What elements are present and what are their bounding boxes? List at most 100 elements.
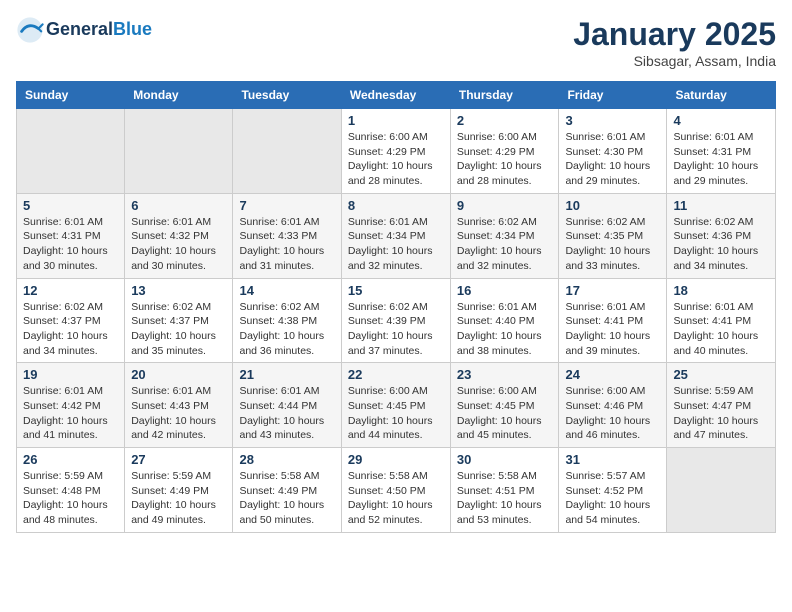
weekday-header-monday: Monday xyxy=(125,82,233,109)
day-info: Sunrise: 6:02 AMSunset: 4:38 PMDaylight:… xyxy=(239,300,334,359)
calendar-cell: 11 Sunrise: 6:02 AMSunset: 4:36 PMDayligh… xyxy=(667,193,776,278)
logo-text: GeneralBlue xyxy=(46,19,152,41)
day-info: Sunrise: 6:01 AMSunset: 4:34 PMDaylight:… xyxy=(348,215,444,274)
day-number: 1 xyxy=(348,113,444,128)
day-number: 18 xyxy=(673,283,769,298)
day-info: Sunrise: 5:59 AMSunset: 4:48 PMDaylight:… xyxy=(23,469,118,528)
calendar-week-row: 19 Sunrise: 6:01 AMSunset: 4:42 PMDayligh… xyxy=(17,363,776,448)
day-number: 11 xyxy=(673,198,769,213)
weekday-header-row: SundayMondayTuesdayWednesdayThursdayFrid… xyxy=(17,82,776,109)
calendar-cell: 7 Sunrise: 6:01 AMSunset: 4:33 PMDaylight… xyxy=(233,193,341,278)
day-info: Sunrise: 6:01 AMSunset: 4:30 PMDaylight:… xyxy=(565,130,660,189)
day-number: 24 xyxy=(565,367,660,382)
day-number: 10 xyxy=(565,198,660,213)
day-number: 9 xyxy=(457,198,553,213)
day-number: 26 xyxy=(23,452,118,467)
weekday-header-saturday: Saturday xyxy=(667,82,776,109)
day-info: Sunrise: 6:02 AMSunset: 4:36 PMDaylight:… xyxy=(673,215,769,274)
calendar-cell: 10 Sunrise: 6:02 AMSunset: 4:35 PMDayligh… xyxy=(559,193,667,278)
day-info: Sunrise: 6:00 AMSunset: 4:46 PMDaylight:… xyxy=(565,384,660,443)
weekday-header-sunday: Sunday xyxy=(17,82,125,109)
calendar-cell: 29Sunrise: 5:58 AMSunset: 4:50 PMDayligh… xyxy=(341,448,450,533)
calendar-cell: 20 Sunrise: 6:01 AMSunset: 4:43 PMDayligh… xyxy=(125,363,233,448)
location-subtitle: Sibsagar, Assam, India xyxy=(573,53,776,69)
day-info: Sunrise: 5:58 AMSunset: 4:50 PMDaylight:… xyxy=(348,469,444,528)
day-info: Sunrise: 6:00 AMSunset: 4:45 PMDaylight:… xyxy=(348,384,444,443)
calendar-cell: 15 Sunrise: 6:02 AMSunset: 4:39 PMDayligh… xyxy=(341,278,450,363)
day-info: Sunrise: 5:58 AMSunset: 4:51 PMDaylight:… xyxy=(457,469,553,528)
weekday-header-thursday: Thursday xyxy=(450,82,559,109)
day-number: 23 xyxy=(457,367,553,382)
calendar-cell: 13Sunrise: 6:02 AMSunset: 4:37 PMDayligh… xyxy=(125,278,233,363)
calendar-cell: 5 Sunrise: 6:01 AMSunset: 4:31 PMDaylight… xyxy=(17,193,125,278)
calendar-cell: 27Sunrise: 5:59 AMSunset: 4:49 PMDayligh… xyxy=(125,448,233,533)
day-number: 2 xyxy=(457,113,553,128)
day-info: Sunrise: 5:57 AMSunset: 4:52 PMDaylight:… xyxy=(565,469,660,528)
day-info: Sunrise: 6:02 AMSunset: 4:39 PMDaylight:… xyxy=(348,300,444,359)
day-info: Sunrise: 6:02 AMSunset: 4:34 PMDaylight:… xyxy=(457,215,553,274)
day-info: Sunrise: 6:01 AMSunset: 4:33 PMDaylight:… xyxy=(239,215,334,274)
day-number: 31 xyxy=(565,452,660,467)
calendar-cell: 28 Sunrise: 5:58 AMSunset: 4:49 PMDayligh… xyxy=(233,448,341,533)
day-info: Sunrise: 6:01 AMSunset: 4:31 PMDaylight:… xyxy=(23,215,118,274)
day-number: 12 xyxy=(23,283,118,298)
day-info: Sunrise: 6:00 AMSunset: 4:29 PMDaylight:… xyxy=(348,130,444,189)
day-info: Sunrise: 6:01 AMSunset: 4:42 PMDaylight:… xyxy=(23,384,118,443)
calendar-cell: 9 Sunrise: 6:02 AMSunset: 4:34 PMDaylight… xyxy=(450,193,559,278)
day-info: Sunrise: 6:00 AMSunset: 4:29 PMDaylight:… xyxy=(457,130,553,189)
calendar-cell xyxy=(233,109,341,194)
day-info: Sunrise: 6:01 AMSunset: 4:41 PMDaylight:… xyxy=(673,300,769,359)
title-block: January 2025 Sibsagar, Assam, India xyxy=(573,16,776,69)
day-number: 20 xyxy=(131,367,226,382)
calendar-cell: 23Sunrise: 6:00 AMSunset: 4:45 PMDayligh… xyxy=(450,363,559,448)
calendar-cell: 1 Sunrise: 6:00 AMSunset: 4:29 PMDaylight… xyxy=(341,109,450,194)
calendar-week-row: 5 Sunrise: 6:01 AMSunset: 4:31 PMDaylight… xyxy=(17,193,776,278)
calendar-cell: 22 Sunrise: 6:00 AMSunset: 4:45 PMDayligh… xyxy=(341,363,450,448)
calendar-cell xyxy=(667,448,776,533)
day-info: Sunrise: 6:01 AMSunset: 4:41 PMDaylight:… xyxy=(565,300,660,359)
weekday-header-tuesday: Tuesday xyxy=(233,82,341,109)
calendar-cell: 30 Sunrise: 5:58 AMSunset: 4:51 PMDayligh… xyxy=(450,448,559,533)
calendar-cell xyxy=(17,109,125,194)
day-number: 7 xyxy=(239,198,334,213)
day-info: Sunrise: 5:59 AMSunset: 4:49 PMDaylight:… xyxy=(131,469,226,528)
day-number: 15 xyxy=(348,283,444,298)
month-title: January 2025 xyxy=(573,16,776,53)
calendar-cell: 3 Sunrise: 6:01 AMSunset: 4:30 PMDaylight… xyxy=(559,109,667,194)
day-number: 8 xyxy=(348,198,444,213)
calendar-cell: 12Sunrise: 6:02 AMSunset: 4:37 PMDayligh… xyxy=(17,278,125,363)
day-number: 13 xyxy=(131,283,226,298)
logo-icon xyxy=(16,16,44,44)
day-number: 6 xyxy=(131,198,226,213)
day-number: 17 xyxy=(565,283,660,298)
day-info: Sunrise: 6:01 AMSunset: 4:44 PMDaylight:… xyxy=(239,384,334,443)
day-number: 19 xyxy=(23,367,118,382)
day-info: Sunrise: 6:01 AMSunset: 4:43 PMDaylight:… xyxy=(131,384,226,443)
calendar-table: SundayMondayTuesdayWednesdayThursdayFrid… xyxy=(16,81,776,533)
calendar-cell: 2 Sunrise: 6:00 AMSunset: 4:29 PMDaylight… xyxy=(450,109,559,194)
calendar-week-row: 26 Sunrise: 5:59 AMSunset: 4:48 PMDayligh… xyxy=(17,448,776,533)
page-header: GeneralBlue January 2025 Sibsagar, Assam… xyxy=(16,16,776,69)
day-number: 16 xyxy=(457,283,553,298)
weekday-header-friday: Friday xyxy=(559,82,667,109)
calendar-cell: 21Sunrise: 6:01 AMSunset: 4:44 PMDayligh… xyxy=(233,363,341,448)
calendar-cell: 26 Sunrise: 5:59 AMSunset: 4:48 PMDayligh… xyxy=(17,448,125,533)
day-number: 14 xyxy=(239,283,334,298)
day-info: Sunrise: 6:02 AMSunset: 4:35 PMDaylight:… xyxy=(565,215,660,274)
day-number: 28 xyxy=(239,452,334,467)
calendar-cell: 19 Sunrise: 6:01 AMSunset: 4:42 PMDayligh… xyxy=(17,363,125,448)
calendar-cell: 24 Sunrise: 6:00 AMSunset: 4:46 PMDayligh… xyxy=(559,363,667,448)
day-number: 30 xyxy=(457,452,553,467)
weekday-header-wednesday: Wednesday xyxy=(341,82,450,109)
day-number: 25 xyxy=(673,367,769,382)
calendar-cell: 8 Sunrise: 6:01 AMSunset: 4:34 PMDaylight… xyxy=(341,193,450,278)
calendar-cell: 18 Sunrise: 6:01 AMSunset: 4:41 PMDayligh… xyxy=(667,278,776,363)
day-info: Sunrise: 6:01 AMSunset: 4:32 PMDaylight:… xyxy=(131,215,226,274)
day-number: 3 xyxy=(565,113,660,128)
day-number: 22 xyxy=(348,367,444,382)
day-info: Sunrise: 5:58 AMSunset: 4:49 PMDaylight:… xyxy=(239,469,334,528)
calendar-cell: 25Sunrise: 5:59 AMSunset: 4:47 PMDayligh… xyxy=(667,363,776,448)
calendar-cell xyxy=(125,109,233,194)
day-info: Sunrise: 6:01 AMSunset: 4:40 PMDaylight:… xyxy=(457,300,553,359)
day-number: 5 xyxy=(23,198,118,213)
